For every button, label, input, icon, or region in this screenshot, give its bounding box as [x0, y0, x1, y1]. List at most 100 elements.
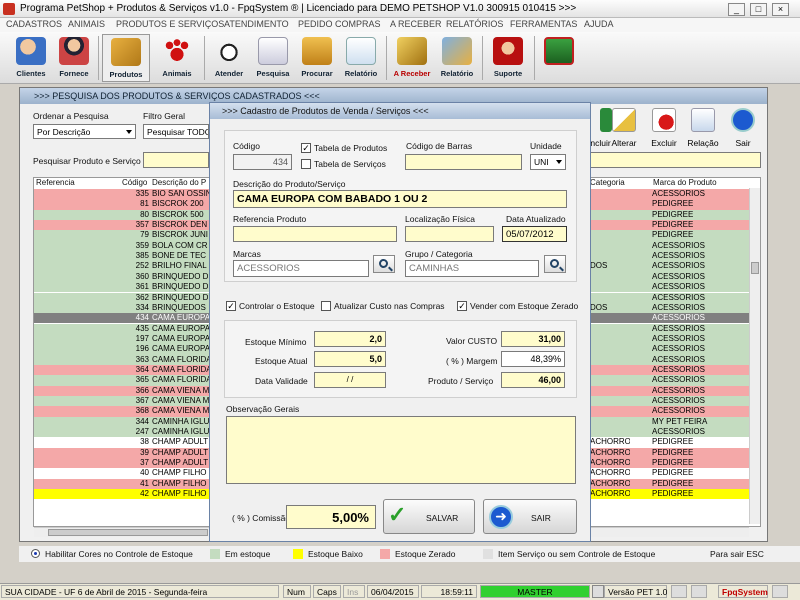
column-header-codigo[interactable]: Código: [122, 178, 147, 188]
cell-descricao: CHAMP FILHO: [152, 468, 207, 478]
cell-marca: PEDIGREE: [652, 478, 694, 488]
cell-marca: ACESSORIOS: [652, 302, 705, 312]
toolbar-label: Relatório: [344, 69, 378, 78]
grupo-field[interactable]: CAMINHAS: [405, 260, 539, 277]
menu-atendimento[interactable]: ATENDIMENTO: [224, 19, 289, 29]
excluir-button[interactable]: Excluir: [644, 108, 684, 156]
cell-marca: MY PET FEIRA: [652, 416, 708, 426]
legend-swatch-estoque-baixo: [293, 549, 303, 559]
menu-cadastros[interactable]: CADASTROS: [6, 19, 62, 29]
toolbar-separator: [534, 36, 535, 80]
localizacao-label: Localização Física: [405, 214, 475, 224]
barcode-field[interactable]: [405, 154, 522, 170]
vender-zerado-checkbox[interactable]: ✓: [457, 301, 467, 311]
cell-descricao: CAMA EUROPA: [152, 323, 210, 333]
cell-codigo: 81: [140, 199, 149, 209]
cell-codigo: 365: [135, 375, 149, 385]
relacao-button[interactable]: Relação: [683, 108, 723, 156]
marcas-search-button[interactable]: [373, 255, 395, 273]
sair-list-button[interactable]: Sair: [723, 108, 763, 156]
support-agent-icon: [493, 37, 523, 65]
menu-pedido-compras[interactable]: PEDIDO COMPRAS: [298, 19, 381, 29]
tabela-produtos-checkbox[interactable]: ✓: [301, 143, 311, 153]
descricao-field[interactable]: CAMA EUROPA COM BABADO 1 OU 2: [233, 190, 567, 208]
tabela-servicos-label: Tabela de Serviços: [314, 159, 386, 169]
calculator-icon[interactable]: [691, 585, 707, 598]
toolbar-clientes-button[interactable]: Clientes: [8, 34, 54, 82]
data-validade-field[interactable]: / /: [314, 372, 386, 388]
toolbar-atender-button[interactable]: Atender: [208, 34, 250, 82]
legend-swatch-estoque-zerado: [380, 549, 390, 559]
unidade-select[interactable]: UNI: [530, 154, 566, 170]
grupo-search-button[interactable]: [544, 255, 566, 273]
column-header-marca[interactable]: Marca do Produto: [653, 178, 717, 188]
data-atualizado-field[interactable]: 05/07/2012: [502, 226, 567, 242]
arrow-right-icon: [731, 108, 755, 132]
referencia-field[interactable]: [233, 226, 397, 242]
arrow-right-icon: ➜: [489, 505, 513, 529]
order-label: Ordenar a Pesquisa: [33, 111, 109, 121]
filter-select[interactable]: Pesquisar TODO: [143, 124, 209, 139]
legend-em-estoque: Em estoque: [225, 549, 271, 559]
codigo-field[interactable]: 434: [233, 154, 292, 170]
sair-button[interactable]: ➜ SAIR: [483, 499, 577, 534]
toolbar-a-receber-button[interactable]: A Receber: [390, 34, 434, 82]
comissao-field[interactable]: 5,00%: [286, 505, 376, 529]
localizacao-field[interactable]: [405, 226, 494, 242]
toolbar-pesquisa-button[interactable]: Pesquisa: [252, 34, 294, 82]
valor-custo-field[interactable]: 31,00: [501, 331, 565, 347]
toolbar-fornece-button[interactable]: Fornece: [54, 34, 94, 82]
menu-a-receber[interactable]: A RECEBER: [390, 19, 442, 29]
toolbar-separator: [98, 36, 99, 80]
margem-field[interactable]: 48,39%: [501, 351, 565, 367]
column-header-categoria[interactable]: Categoria: [590, 178, 625, 188]
maximize-button[interactable]: □: [750, 3, 767, 16]
menu-produtos-servicos[interactable]: PRODUTOS E SERVIÇOS: [116, 19, 224, 29]
alterar-button[interactable]: Alterar: [604, 108, 644, 156]
menu-ferramentas[interactable]: FERRAMENTAS: [510, 19, 577, 29]
estoque-minimo-field[interactable]: 2,0: [314, 331, 386, 347]
habilitar-cores-radio[interactable]: [31, 549, 40, 558]
menu-relatorios[interactable]: RELATÓRIOS: [446, 19, 503, 29]
toolbar-relatorio2-button[interactable]: Relatório: [436, 34, 478, 82]
status-ins: Ins: [343, 585, 365, 598]
salvar-button[interactable]: ✓ SALVAR: [383, 499, 475, 534]
cell-marca: PEDIGREE: [652, 489, 694, 499]
toolbar-procurar-button[interactable]: Procurar: [296, 34, 338, 82]
order-select[interactable]: Por Descrição: [33, 124, 136, 139]
preco-field[interactable]: 46,00: [501, 372, 565, 388]
marcas-field[interactable]: ACESSORIOS: [233, 260, 369, 277]
controlar-estoque-checkbox[interactable]: ✓: [226, 301, 236, 311]
atualizar-custo-checkbox[interactable]: [321, 301, 331, 311]
cell-descricao: CAMA FLORIDA: [152, 354, 210, 364]
valor-custo-label: Valor CUSTO: [446, 336, 498, 346]
column-header-descricao[interactable]: Descrição do P: [152, 178, 206, 188]
exit-hint: Para sair ESC: [710, 549, 764, 559]
toolbar-animais-button[interactable]: Animais: [154, 34, 200, 82]
cell-categoria: ACHORRO: [590, 489, 630, 499]
table-scrollbar[interactable]: [749, 188, 760, 524]
close-window-button[interactable]: ×: [772, 3, 789, 16]
toolbar-relatorio-button[interactable]: Relatório: [340, 34, 382, 82]
observacao-textarea[interactable]: [226, 416, 576, 484]
toolbar-suporte-button[interactable]: Suporte: [486, 34, 530, 82]
toolbar-produtos-button[interactable]: Produtos: [102, 34, 150, 82]
estoque-atual-field[interactable]: 5,0: [314, 351, 386, 367]
search-window-title: >>> PESQUISA DOS PRODUTOS & SERVIÇOS CAD…: [34, 91, 320, 101]
cell-codigo: 79: [140, 230, 149, 240]
table-hscrollbar-thumb[interactable]: [48, 529, 208, 536]
table-scrollbar-thumb[interactable]: [751, 262, 759, 274]
excluir-label: Excluir: [651, 138, 677, 148]
column-header-referencia[interactable]: Referencia: [36, 178, 75, 188]
search-label: Pesquisar Produto e Serviço: [33, 156, 141, 166]
cell-marca: ACESSORIOS: [652, 375, 705, 385]
menu-ajuda[interactable]: AJUDA: [584, 19, 614, 29]
cell-codigo: 434: [135, 313, 149, 323]
search-input[interactable]: [143, 152, 209, 168]
toolbar-exit-button[interactable]: [538, 34, 580, 82]
minimize-button[interactable]: _: [728, 3, 745, 16]
printer-icon[interactable]: [671, 585, 687, 598]
observacao-label: Observação Gerais: [226, 404, 300, 414]
tabela-servicos-checkbox[interactable]: [301, 159, 311, 169]
menu-animais[interactable]: ANIMAIS: [68, 19, 105, 29]
